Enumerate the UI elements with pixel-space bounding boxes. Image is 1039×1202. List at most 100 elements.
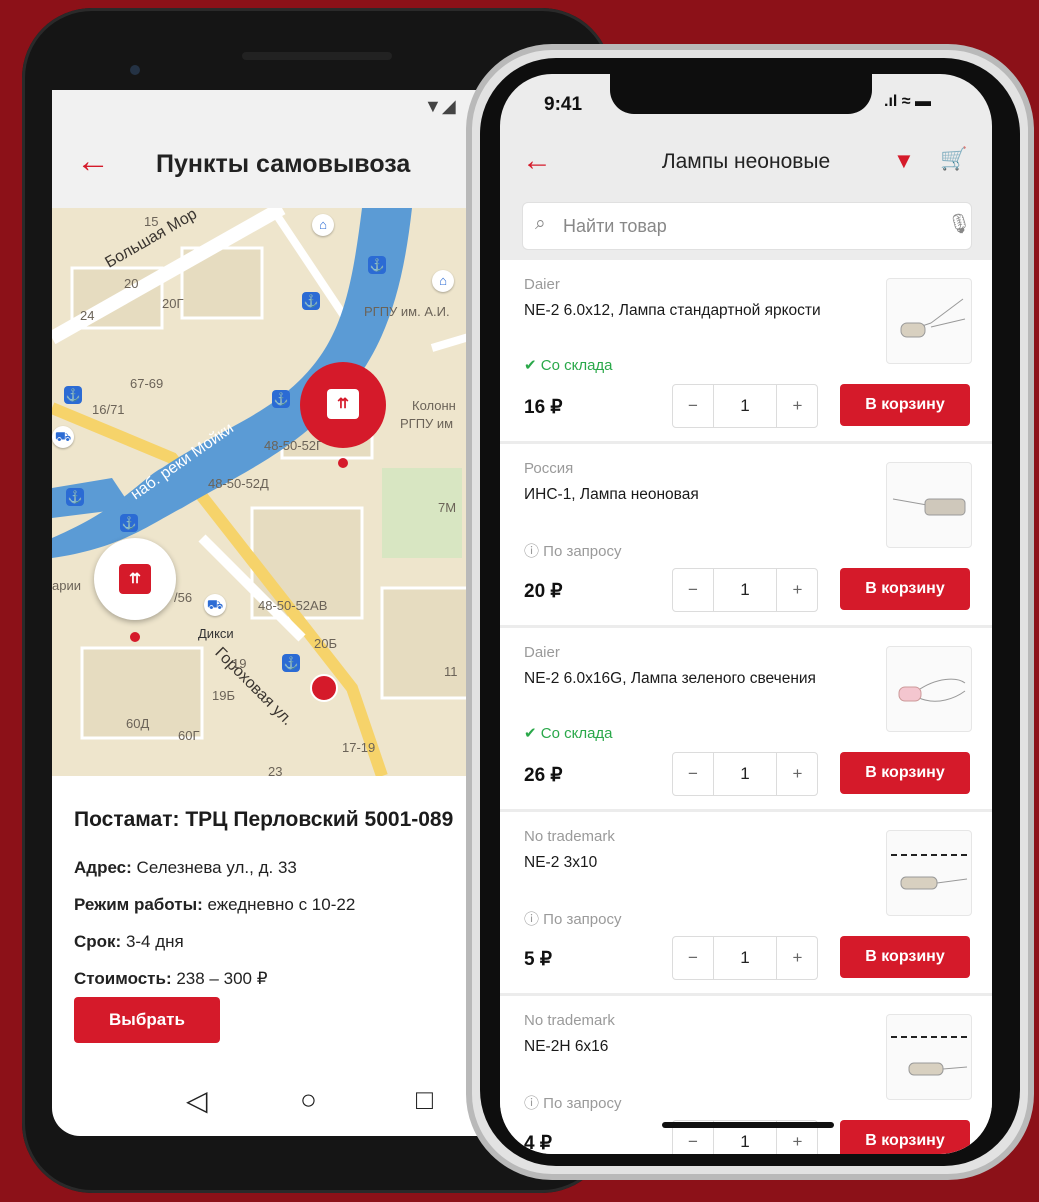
map-house-number: 19 bbox=[232, 656, 247, 671]
shop-cart-icon: ⛟ bbox=[204, 594, 226, 616]
pickup-point-pin-selected[interactable]: ⇈ bbox=[300, 362, 386, 448]
speaker-grille bbox=[242, 52, 392, 60]
decrement-button[interactable]: − bbox=[673, 937, 714, 979]
quantity-value[interactable]: 1 bbox=[714, 569, 776, 611]
product-name[interactable]: ИНС-1, Лампа неоновая bbox=[524, 486, 699, 504]
pin-anchor-dot bbox=[130, 632, 140, 642]
check-icon: ✔ bbox=[524, 357, 541, 374]
home-circle-icon[interactable]: ○ bbox=[300, 1084, 317, 1116]
product-card[interactable]: Россия ИНС-1, Лампа неоновая ⓘ По запрос… bbox=[500, 444, 992, 625]
map-house-number: 60Г bbox=[178, 728, 200, 743]
product-card[interactable]: Daier NE-2 6.0x16G, Лампа зеленого свече… bbox=[500, 628, 992, 809]
map-house-number: 48-50-52Д bbox=[208, 476, 269, 491]
map-house-number: 24 bbox=[80, 308, 95, 323]
cost-label: Стоимость: bbox=[74, 969, 172, 988]
front-camera bbox=[130, 65, 140, 75]
add-to-cart-button[interactable]: В корзину bbox=[840, 384, 970, 426]
increment-button[interactable]: + bbox=[776, 385, 818, 427]
quantity-stepper: −1 + bbox=[672, 936, 818, 980]
add-to-cart-button[interactable]: В корзину bbox=[840, 752, 970, 794]
map-house-number: 48-50-52Г bbox=[264, 438, 324, 453]
product-name[interactable]: NE-2H 6x16 bbox=[524, 1038, 608, 1056]
decrement-button[interactable]: − bbox=[673, 385, 714, 427]
catalog-screen: 9:41 .ıl ≈ ▬ ← Лампы неоновые ▼ 🛒 ⌕ 🎙 Da… bbox=[500, 74, 992, 1154]
pickup-point-name: Постамат: ТРЦ Перловский 5001-089 bbox=[74, 808, 454, 831]
home-indicator bbox=[662, 1122, 834, 1128]
search-bar[interactable]: ⌕ 🎙 bbox=[522, 202, 972, 250]
product-name[interactable]: NE-2 6.0x12, Лампа стандартной яркости bbox=[524, 302, 821, 320]
address-value: Селезнева ул., д. 33 bbox=[131, 858, 297, 877]
stock-status: ✔ Со склада bbox=[524, 724, 613, 742]
stock-label: По запросу bbox=[543, 1095, 622, 1112]
info-icon: ⓘ bbox=[524, 1095, 544, 1112]
back-arrow-icon[interactable]: ← bbox=[76, 144, 110, 178]
microphone-icon[interactable]: 🎙 bbox=[947, 212, 971, 236]
decrement-button[interactable]: − bbox=[673, 569, 714, 611]
map-poi-label: РГПУ им bbox=[400, 416, 454, 431]
product-card[interactable]: No trademark NE-2H 6x16 ⓘ По запросу 4 ₽… bbox=[500, 996, 992, 1154]
map-house-number: 48-50-52АВ bbox=[258, 598, 328, 613]
search-input[interactable] bbox=[561, 212, 935, 240]
university-icon: ⌂ bbox=[432, 270, 454, 292]
search-icon: ⌕ bbox=[535, 213, 546, 234]
back-triangle-icon[interactable]: ◁ bbox=[186, 1084, 208, 1117]
cost-row: Стоимость: 238 – 300 ₽ bbox=[74, 969, 514, 989]
add-to-cart-button[interactable]: В корзину bbox=[840, 568, 970, 610]
parcel-box-icon: ⇈ bbox=[327, 389, 359, 419]
map-streets bbox=[52, 208, 532, 776]
quantity-value[interactable]: 1 bbox=[714, 385, 776, 427]
cart-icon[interactable]: 🛒 bbox=[940, 146, 967, 172]
add-to-cart-button[interactable]: В корзину bbox=[840, 936, 970, 978]
address-row: Адрес: Селезнева ул., д. 33 bbox=[74, 858, 514, 878]
increment-button[interactable]: + bbox=[776, 753, 818, 795]
increment-button[interactable]: + bbox=[776, 937, 818, 979]
iphone-notch bbox=[610, 74, 872, 114]
anchor-icon: ⚓ bbox=[120, 514, 138, 532]
stock-label: По запросу bbox=[543, 911, 622, 928]
product-image[interactable] bbox=[886, 646, 972, 732]
pickup-point-pin[interactable]: ⇈ bbox=[94, 538, 176, 620]
map-poi-label: арии bbox=[52, 578, 81, 593]
select-button[interactable]: Выбрать bbox=[74, 997, 220, 1043]
term-label: Срок: bbox=[74, 932, 122, 951]
product-image[interactable] bbox=[886, 278, 972, 364]
anchor-icon: ⚓ bbox=[282, 654, 300, 672]
quantity-stepper: −1 + bbox=[672, 568, 818, 612]
map-house-number: 16/71 bbox=[92, 402, 125, 417]
parcel-box-icon: ⇈ bbox=[119, 564, 151, 594]
decrement-button[interactable]: − bbox=[673, 753, 714, 795]
term-value: 3-4 дня bbox=[121, 932, 184, 951]
product-brand: Daier bbox=[524, 276, 560, 293]
product-price: 16 ₽ bbox=[524, 397, 563, 418]
map-house-number: 15 bbox=[144, 214, 159, 229]
stock-label: Со склада bbox=[540, 357, 613, 374]
product-card[interactable]: Daier NE-2 6.0x12, Лампа стандартной ярк… bbox=[500, 260, 992, 441]
quantity-value[interactable]: 1 bbox=[714, 753, 776, 795]
current-location-marker bbox=[310, 674, 338, 702]
product-list: Daier NE-2 6.0x12, Лампа стандартной ярк… bbox=[500, 260, 992, 1154]
product-name[interactable]: NE-2 6.0x16G, Лампа зеленого свечения bbox=[524, 670, 816, 688]
filter-icon[interactable]: ▼ bbox=[893, 148, 915, 174]
stock-label: Со склада bbox=[540, 725, 613, 742]
increment-button[interactable]: + bbox=[776, 569, 818, 611]
page-title: Пункты самовывоза bbox=[156, 150, 411, 178]
product-card[interactable]: No trademark NE-2 3x10 ⓘ По запросу 5 ₽ … bbox=[500, 812, 992, 993]
product-image[interactable] bbox=[886, 462, 972, 548]
signal-wifi-battery-icon: .ıl ≈ ▬ bbox=[884, 93, 932, 110]
map-house-number: 20 bbox=[124, 276, 139, 291]
quantity-value[interactable]: 1 bbox=[714, 937, 776, 979]
product-brand: Daier bbox=[524, 644, 560, 661]
product-name[interactable]: NE-2 3x10 bbox=[524, 854, 597, 872]
map-house-number: 7М bbox=[438, 500, 457, 515]
university-icon: ⌂ bbox=[312, 214, 334, 236]
map-poi-label: Дикси bbox=[198, 626, 234, 641]
quantity-stepper: −1 + bbox=[672, 752, 818, 796]
pickup-map[interactable]: Большая Мор наб. реки Мойки Гороховая ул… bbox=[52, 208, 532, 776]
add-to-cart-button[interactable]: В корзину bbox=[840, 1120, 970, 1154]
product-image[interactable] bbox=[886, 830, 972, 916]
recents-square-icon[interactable]: □ bbox=[416, 1084, 433, 1116]
wifi-icon: ▼◢ bbox=[424, 96, 456, 116]
info-icon: ⓘ bbox=[524, 543, 544, 560]
product-image[interactable] bbox=[886, 1014, 972, 1100]
stock-status: ✔ Со склада bbox=[524, 356, 613, 374]
